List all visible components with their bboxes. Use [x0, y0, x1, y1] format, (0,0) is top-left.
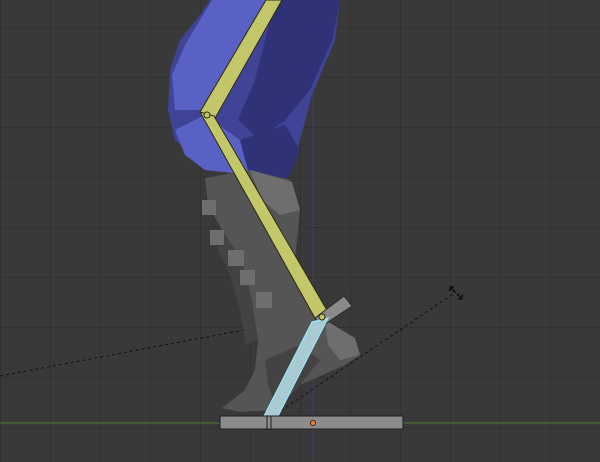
ankle-joint[interactable] [318, 313, 326, 321]
boot-buckle [202, 200, 216, 215]
boot-buckle [228, 250, 244, 266]
object-origin-dot [309, 419, 316, 426]
3d-viewport[interactable] [0, 0, 600, 462]
boot-buckle [256, 292, 272, 308]
boot-buckle [210, 230, 224, 245]
rotate-transform-icon [449, 286, 463, 300]
viewport-scene[interactable] [0, 0, 600, 462]
boot-mesh[interactable] [202, 170, 360, 412]
knee-joint[interactable] [203, 111, 211, 119]
boot-buckle [240, 270, 255, 285]
